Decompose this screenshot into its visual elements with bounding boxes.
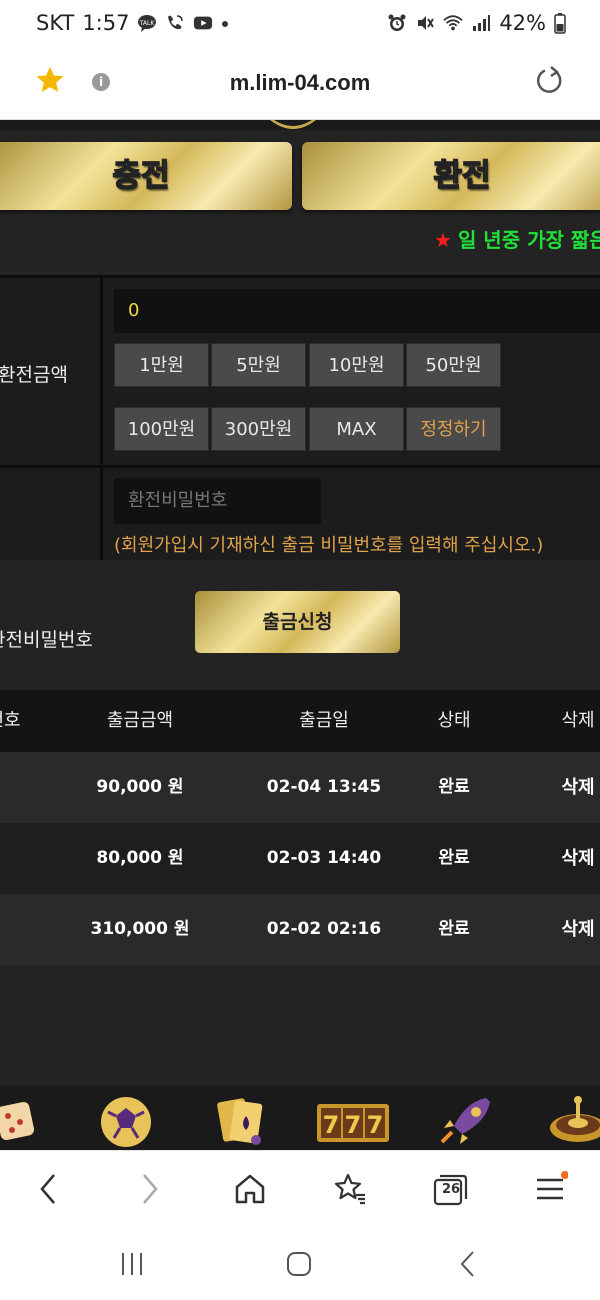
amount-button-100k[interactable]: 10만원 bbox=[309, 343, 404, 387]
svg-text:7: 7 bbox=[367, 1111, 384, 1139]
clock: 1:57 bbox=[82, 11, 130, 35]
home-button-icon[interactable] bbox=[285, 1250, 313, 1278]
row-date: 02-04 13:45 bbox=[266, 777, 382, 797]
row-status: 완료 bbox=[438, 919, 470, 939]
amount-reset-button[interactable]: 정정하기 bbox=[406, 407, 501, 451]
row-status: 완료 bbox=[438, 848, 470, 868]
withdraw-request-button[interactable]: 출금신청 bbox=[195, 591, 400, 653]
svg-text:TALK: TALK bbox=[139, 20, 156, 27]
header-amount: 출금금액 bbox=[106, 710, 174, 731]
alarm-icon bbox=[388, 14, 406, 31]
url-text[interactable]: m.lim-04.com bbox=[0, 70, 600, 96]
recent-apps-icon[interactable] bbox=[118, 1250, 146, 1278]
amount-button-50k[interactable]: 5만원 bbox=[211, 343, 306, 387]
bookmarks-icon[interactable] bbox=[332, 1171, 368, 1207]
carrier-label: SKT bbox=[36, 11, 75, 35]
youtube-icon bbox=[194, 16, 213, 30]
svg-text:7: 7 bbox=[345, 1111, 362, 1139]
withdraw-tab-button[interactable]: 환전 bbox=[302, 142, 600, 210]
svg-text:7: 7 bbox=[323, 1111, 340, 1139]
amount-button-max[interactable]: MAX bbox=[309, 407, 404, 451]
row-amount: 90,000 원 bbox=[96, 777, 184, 797]
divider bbox=[100, 275, 103, 560]
header-number: 번호 bbox=[0, 710, 21, 731]
row-delete-button[interactable]: 삭제 bbox=[538, 894, 600, 965]
home-icon[interactable] bbox=[232, 1171, 268, 1207]
dice-icon[interactable] bbox=[0, 1092, 50, 1148]
table-row: 90,000 원 02-04 13:45 완료 삭제 bbox=[0, 752, 600, 823]
wifi-icon bbox=[443, 15, 464, 31]
forward-icon[interactable] bbox=[132, 1171, 168, 1207]
row-date: 02-02 02:16 bbox=[266, 919, 382, 939]
row-status: 완료 bbox=[438, 777, 470, 797]
wifi-call-icon bbox=[168, 15, 184, 30]
talk-icon: TALK bbox=[138, 15, 157, 32]
row-delete-button[interactable]: 삭제 bbox=[538, 823, 600, 894]
main-content: 충전 환전 ★ 일 년중 가장 짧은 환전금액 0 1만원 5만원 10만원 50… bbox=[0, 120, 600, 1150]
amount-input[interactable]: 0 bbox=[114, 289, 600, 333]
cards-icon[interactable] bbox=[210, 1092, 270, 1148]
row-amount: 310,000 원 bbox=[90, 919, 190, 939]
row-date: 02-03 14:40 bbox=[266, 848, 382, 868]
mute-icon bbox=[418, 16, 435, 30]
battery-icon bbox=[554, 13, 566, 34]
header-status: 상태 bbox=[437, 710, 471, 731]
notice-marquee: ★ 일 년중 가장 짧은 bbox=[434, 224, 600, 253]
divider bbox=[0, 275, 600, 278]
red-star-icon: ★ bbox=[434, 228, 452, 252]
header-date: 출금일 bbox=[299, 710, 349, 731]
amount-button-500k[interactable]: 50만원 bbox=[406, 343, 501, 387]
browser-toolbar bbox=[0, 1150, 600, 1228]
game-menu-strip: 777 bbox=[0, 1086, 600, 1150]
marquee-text: 일 년중 가장 짧은 bbox=[457, 228, 600, 252]
system-back-icon[interactable] bbox=[454, 1250, 482, 1278]
password-input[interactable]: 환전비밀번호 bbox=[114, 478, 321, 524]
amount-label: 환전금액 bbox=[0, 364, 68, 386]
history-table-header: 번호 출금금액 출금일 상태 삭제 bbox=[0, 690, 600, 752]
password-label-text: 환전비밀번호 bbox=[0, 629, 93, 651]
roulette-icon[interactable] bbox=[546, 1092, 600, 1148]
table-row: 310,000 원 02-02 02:16 완료 삭제 bbox=[0, 894, 600, 965]
row-delete-button[interactable]: 삭제 bbox=[538, 752, 600, 823]
amount-button-3m[interactable]: 300만원 bbox=[211, 407, 306, 451]
soccer-ball-icon[interactable] bbox=[96, 1092, 156, 1148]
password-hint: (회원가입시 기재하신 출금 비밀번호를 입력해 주십시오.) bbox=[114, 535, 544, 556]
system-nav-bar bbox=[0, 1228, 600, 1300]
dot-icon bbox=[222, 21, 229, 27]
tab-count: 26 bbox=[441, 1182, 461, 1197]
divider bbox=[0, 465, 600, 468]
logo-fragment-icon bbox=[270, 120, 316, 129]
header-delete: 삭제 bbox=[561, 710, 595, 731]
back-icon[interactable] bbox=[30, 1171, 66, 1207]
amount-button-10k[interactable]: 1만원 bbox=[114, 343, 209, 387]
rocket-icon[interactable] bbox=[436, 1092, 496, 1148]
slot-777-icon[interactable]: 777 bbox=[315, 1092, 391, 1148]
amount-button-1m[interactable]: 100만원 bbox=[114, 407, 209, 451]
menu-icon[interactable] bbox=[532, 1171, 568, 1207]
status-bar: SKT 1:57 TALK 42% bbox=[0, 0, 600, 50]
address-bar: i m.lim-04.com bbox=[0, 50, 600, 120]
signal-icon bbox=[473, 15, 491, 31]
row-amount: 80,000 원 bbox=[96, 848, 184, 868]
battery-percent: 42% bbox=[499, 11, 546, 35]
table-row: 80,000 원 02-03 14:40 완료 삭제 bbox=[0, 823, 600, 894]
deposit-tab-button[interactable]: 충전 bbox=[0, 142, 292, 210]
reload-icon[interactable] bbox=[534, 66, 564, 96]
